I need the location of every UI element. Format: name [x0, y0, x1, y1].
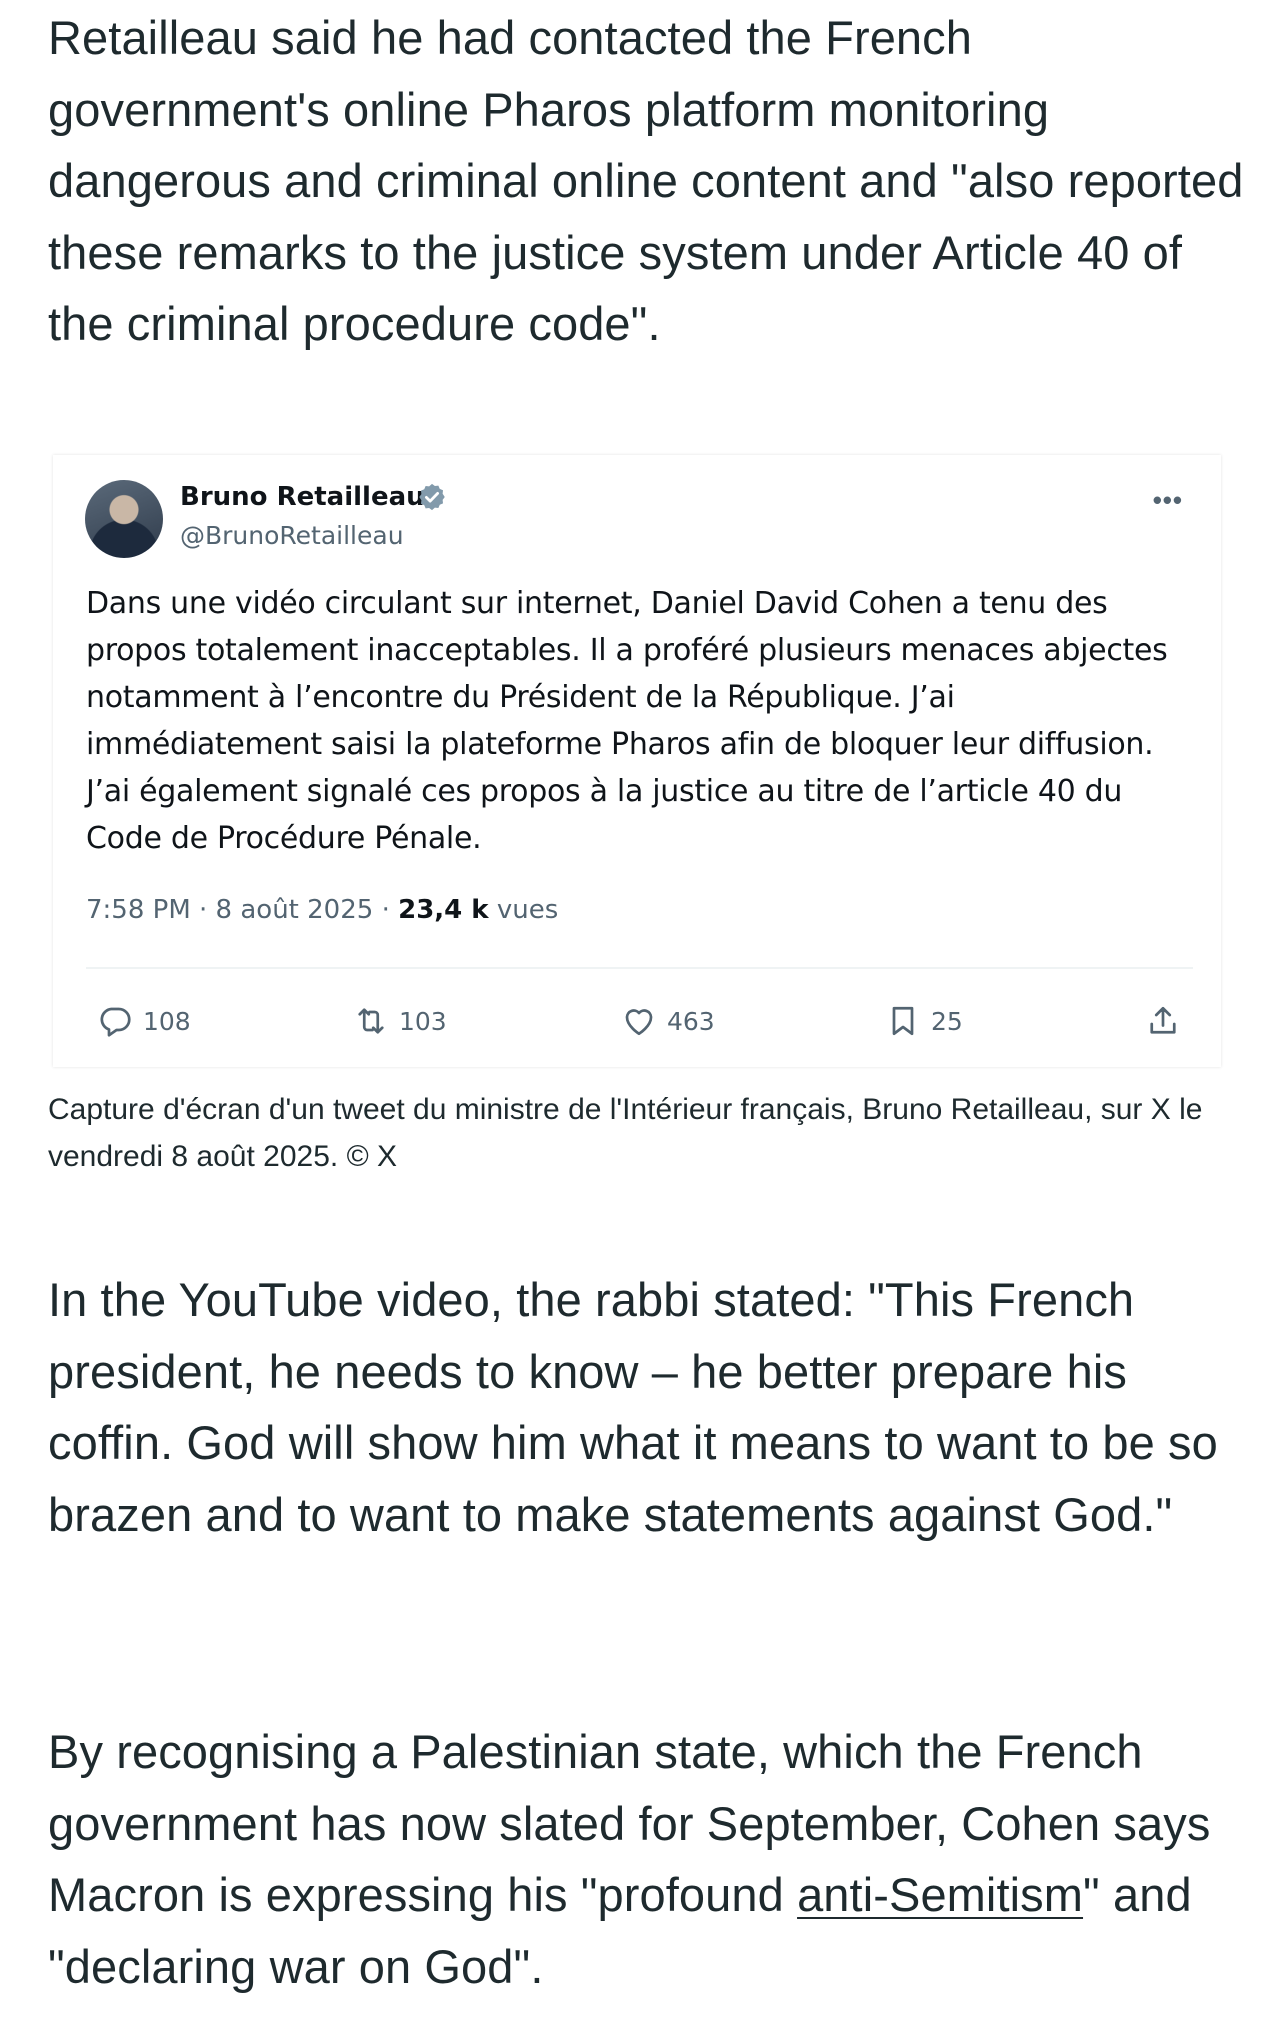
image-caption: Capture d'écran d'un tweet du ministre d… — [48, 1093, 1203, 1173]
reply-icon — [100, 1007, 131, 1037]
share-icon — [1150, 1006, 1176, 1034]
tweet-meta: 7:58 PM · 8 août 2025 · 23,4 k vues — [86, 895, 558, 925]
like-button[interactable]: 463 — [621, 1003, 715, 1039]
tweet-text: Dans une vidéo circulant sur internet, D… — [86, 586, 1168, 856]
anti-semitism-link[interactable]: anti-Semitism — [797, 1868, 1083, 1921]
like-count: 463 — [667, 1006, 715, 1036]
retweet-count: 103 — [399, 1006, 447, 1036]
avatar[interactable] — [85, 480, 163, 558]
bookmark-count: 25 — [931, 1006, 963, 1036]
article-paragraph: Retailleau said he had contacted the Fre… — [48, 11, 1244, 350]
tweet-views-label: vues — [488, 895, 559, 925]
article-paragraph: By recognising a Palestinian state, whic… — [48, 1716, 1248, 2002]
share-button[interactable] — [1145, 1003, 1191, 1039]
reply-button[interactable]: 108 — [97, 1003, 191, 1039]
embedded-tweet[interactable]: Bruno Retailleau @BrunoRetailleau ••• Da… — [53, 455, 1221, 1067]
bookmark-icon — [892, 1006, 914, 1036]
reply-count: 108 — [143, 1006, 191, 1036]
tweet-views-count: 23,4 k — [398, 895, 489, 925]
retweet-button[interactable]: 103 — [353, 1003, 447, 1039]
ellipsis-icon[interactable]: ••• — [1153, 485, 1183, 516]
divider — [86, 967, 1193, 969]
retweet-icon — [358, 1008, 384, 1034]
tweet-timestamp[interactable]: 7:58 PM · 8 août 2025 · — [86, 895, 398, 925]
tweet-author-name[interactable]: Bruno Retailleau — [180, 482, 425, 512]
verified-badge-icon — [419, 483, 445, 511]
article-paragraph: In the YouTube video, the rabbi stated: … — [48, 1273, 1218, 1541]
heart-icon — [625, 1009, 653, 1036]
tweet-author-handle[interactable]: @BrunoRetailleau — [180, 521, 404, 550]
bookmark-button[interactable]: 25 — [885, 1003, 963, 1039]
